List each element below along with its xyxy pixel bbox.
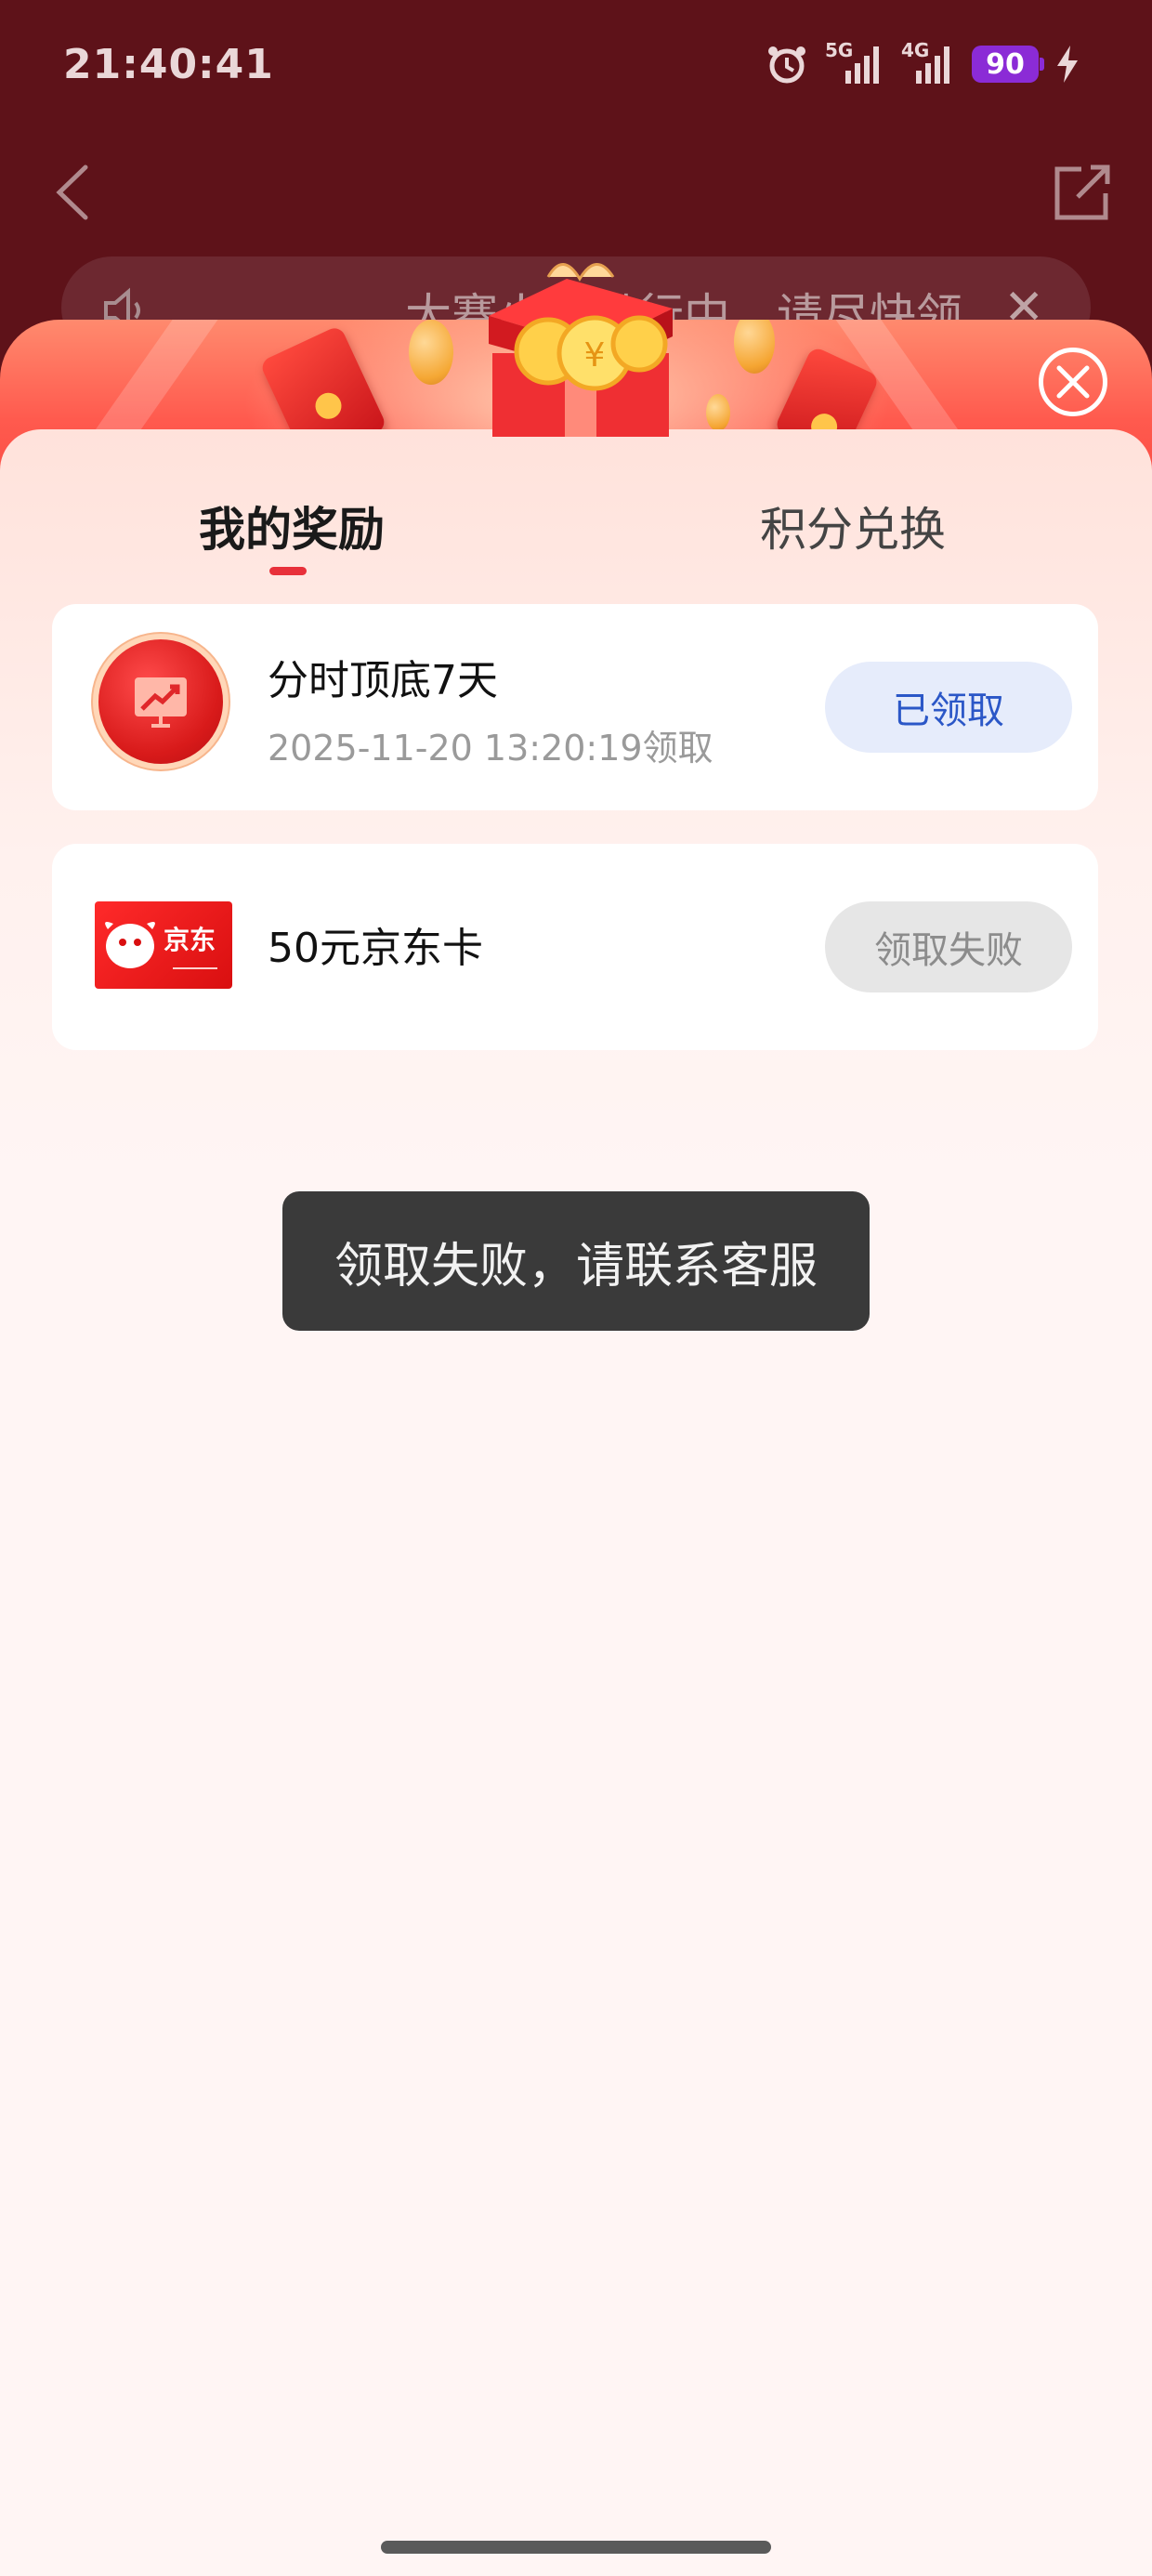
close-sheet-button[interactable]	[1039, 348, 1107, 416]
tab-points-exchange[interactable]: 积分兑换	[760, 493, 946, 559]
reward-title: 分时顶底7天	[268, 657, 498, 704]
status-time: 21:40:41	[63, 41, 274, 88]
svg-text:¥: ¥	[584, 336, 606, 375]
close-icon	[1056, 365, 1090, 399]
reward-title: 50元京东卡	[268, 925, 483, 972]
reward-card: 分时顶底7天 2025-11-20 13:20:19领取 已领取	[52, 604, 1098, 810]
claim-failed-button[interactable]: 领取失败	[825, 901, 1072, 992]
charging-icon	[1055, 46, 1080, 83]
back-icon[interactable]	[52, 162, 93, 223]
alarm-icon	[766, 43, 808, 85]
home-indicator[interactable]	[381, 2541, 771, 2554]
claimed-button[interactable]: 已领取	[825, 662, 1072, 753]
signal-5g-icon: 5G	[825, 39, 884, 85]
battery-icon: 90	[972, 46, 1044, 83]
network-label-4g: 4G	[901, 39, 930, 61]
error-toast: 领取失败，请联系客服	[282, 1191, 870, 1331]
signal-4g-icon: 4G	[901, 39, 955, 85]
network-label-5g: 5G	[825, 39, 854, 61]
jd-card-icon: 京东	[95, 901, 232, 989]
reward-claim-time: 2025-11-20 13:20:19领取	[268, 728, 713, 769]
status-icons: 5G 4G 90	[766, 39, 1080, 87]
gift-box-icon: ¥	[483, 251, 678, 437]
share-icon[interactable]	[1050, 160, 1115, 225]
tab-my-rewards[interactable]: 我的奖励	[199, 493, 385, 559]
tab-active-indicator	[269, 567, 307, 575]
status-bar: 21:40:41 5G 4G 90	[0, 0, 1152, 139]
jd-card-brand-text: 京东	[164, 925, 216, 955]
reward-tabs: 我的奖励 积分兑换	[0, 483, 1152, 585]
chart-trend-icon	[98, 639, 223, 764]
reward-card: 京东 50元京东卡 领取失败	[52, 844, 1098, 1050]
